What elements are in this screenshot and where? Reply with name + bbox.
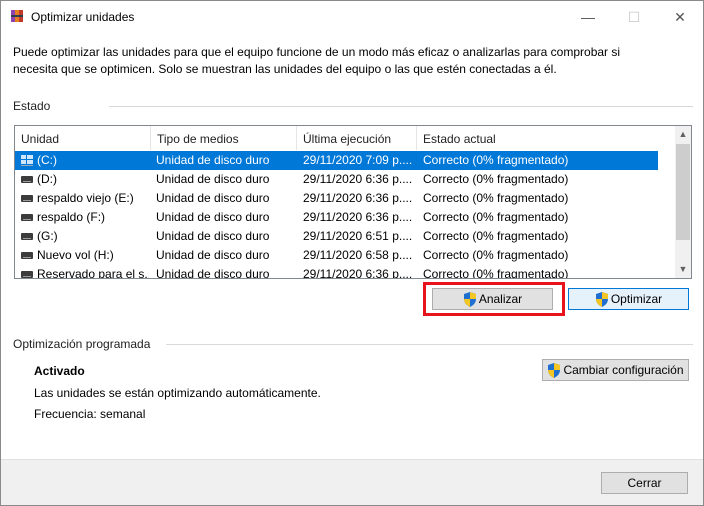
cell-unidad: (G:) bbox=[37, 229, 58, 243]
optimizar-button[interactable]: Optimizar bbox=[568, 288, 689, 310]
column-header-tipo[interactable]: Tipo de medios bbox=[151, 126, 297, 150]
column-header-ultima[interactable]: Última ejecución bbox=[297, 126, 417, 150]
cell-estado: Correcto (0% fragmentado) bbox=[423, 229, 569, 243]
cell-estado: Correcto (0% fragmentado) bbox=[423, 172, 569, 186]
window-title: Optimizar unidades bbox=[31, 10, 135, 24]
estado-section-label: Estado bbox=[13, 99, 51, 113]
windows-drive-icon bbox=[21, 155, 33, 166]
cell-ultima: 29/11/2020 6:36 p.... bbox=[303, 172, 413, 186]
schedule-status: Activado bbox=[34, 364, 85, 378]
drives-scrollbar[interactable]: ▲ ▼ bbox=[675, 126, 691, 278]
hard-drive-icon bbox=[21, 252, 33, 259]
cerrar-button[interactable]: Cerrar bbox=[601, 472, 688, 494]
column-header-estado[interactable]: Estado actual bbox=[417, 126, 675, 150]
red-highlight-box bbox=[423, 282, 565, 316]
scroll-down-icon[interactable]: ▼ bbox=[675, 261, 691, 278]
minimize-button[interactable]: — bbox=[565, 1, 611, 33]
cell-ultima: 29/11/2020 7:09 p.... bbox=[303, 153, 413, 167]
hard-drive-icon bbox=[21, 176, 33, 183]
cell-unidad: respaldo (F:) bbox=[37, 210, 106, 224]
cell-ultima: 29/11/2020 6:36 p.... bbox=[303, 191, 413, 205]
cell-unidad: Reservado para el s... bbox=[37, 267, 149, 279]
drive-row[interactable]: Nuevo vol (H:) Unidad de disco duro 29/11/… bbox=[15, 246, 658, 265]
cell-ultima: 29/11/2020 6:36 p.... bbox=[303, 267, 413, 279]
drive-row[interactable]: (D:) Unidad de disco duro 29/11/2020 6:36 … bbox=[15, 170, 658, 189]
drive-row[interactable]: (C:) Unidad de disco duro 29/11/2020 7:09 … bbox=[15, 151, 658, 170]
column-header-unidad[interactable]: Unidad bbox=[15, 126, 151, 150]
cell-ultima: 29/11/2020 6:36 p.... bbox=[303, 210, 413, 224]
optimize-drives-window: Optimizar unidades — ☐ ✕ Puede optimizar… bbox=[0, 0, 704, 506]
cell-tipo: Unidad de disco duro bbox=[156, 229, 270, 243]
cell-tipo: Unidad de disco duro bbox=[156, 267, 270, 279]
description-text: Puede optimizar las unidades para que el… bbox=[13, 45, 621, 76]
optimizar-label: Optimizar bbox=[610, 292, 663, 306]
schedule-frequency: Frecuencia: semanal bbox=[34, 407, 146, 421]
hard-drive-icon bbox=[21, 214, 33, 221]
cell-estado: Correcto (0% fragmentado) bbox=[423, 210, 569, 224]
uac-shield-icon bbox=[548, 362, 561, 378]
cell-estado: Correcto (0% fragmentado) bbox=[423, 153, 569, 167]
footer-bar: Cerrar bbox=[1, 459, 703, 505]
cambiar-configuracion-button[interactable]: Cambiar configuración bbox=[542, 359, 689, 381]
drives-list[interactable]: Unidad Tipo de medios Última ejecución E… bbox=[14, 125, 692, 279]
defrag-app-icon bbox=[11, 10, 23, 22]
hard-drive-icon bbox=[21, 271, 33, 278]
cell-tipo: Unidad de disco duro bbox=[156, 210, 270, 224]
estado-divider bbox=[109, 106, 693, 107]
hard-drive-icon bbox=[21, 195, 33, 202]
close-button[interactable]: ✕ bbox=[657, 1, 703, 33]
scroll-up-icon[interactable]: ▲ bbox=[675, 126, 691, 143]
cell-tipo: Unidad de disco duro bbox=[156, 153, 270, 167]
drive-row[interactable]: Reservado para el s... Unidad de disco du… bbox=[15, 265, 658, 279]
drive-row[interactable]: respaldo (F:) Unidad de disco duro 29/11/2… bbox=[15, 208, 658, 227]
programada-divider bbox=[166, 344, 693, 345]
close-icon: ✕ bbox=[674, 8, 686, 25]
uac-shield-icon bbox=[595, 291, 608, 307]
cell-unidad: Nuevo vol (H:) bbox=[37, 248, 114, 262]
cell-unidad: (C:) bbox=[37, 153, 57, 167]
drive-row[interactable]: respaldo viejo (E:) Unidad de disco duro 2… bbox=[15, 189, 658, 208]
cell-estado: Correcto (0% fragmentado) bbox=[423, 267, 569, 279]
cell-tipo: Unidad de disco duro bbox=[156, 248, 270, 262]
cell-estado: Correcto (0% fragmentado) bbox=[423, 248, 569, 262]
cell-estado: Correcto (0% fragmentado) bbox=[423, 191, 569, 205]
minimize-icon: — bbox=[581, 9, 595, 25]
hard-drive-icon bbox=[21, 233, 33, 240]
title-bar: Optimizar unidades — ☐ ✕ bbox=[1, 1, 703, 33]
cell-ultima: 29/11/2020 6:58 p.... bbox=[303, 248, 413, 262]
cell-unidad: respaldo viejo (E:) bbox=[37, 191, 134, 205]
programada-section-label: Optimización programada bbox=[13, 337, 151, 351]
cell-unidad: (D:) bbox=[37, 172, 57, 186]
cell-ultima: 29/11/2020 6:51 p.... bbox=[303, 229, 413, 243]
maximize-icon: ☐ bbox=[627, 8, 641, 25]
cell-tipo: Unidad de disco duro bbox=[156, 172, 270, 186]
schedule-description: Las unidades se están optimizando automá… bbox=[34, 386, 321, 400]
cell-tipo: Unidad de disco duro bbox=[156, 191, 270, 205]
scroll-thumb[interactable] bbox=[676, 144, 690, 240]
cambiar-configuracion-label: Cambiar configuración bbox=[563, 363, 684, 377]
cerrar-label: Cerrar bbox=[627, 476, 662, 490]
maximize-button: ☐ bbox=[611, 1, 657, 33]
drive-row[interactable]: (G:) Unidad de disco duro 29/11/2020 6:51 … bbox=[15, 227, 658, 246]
drives-list-header: Unidad Tipo de medios Última ejecución E… bbox=[15, 126, 675, 150]
